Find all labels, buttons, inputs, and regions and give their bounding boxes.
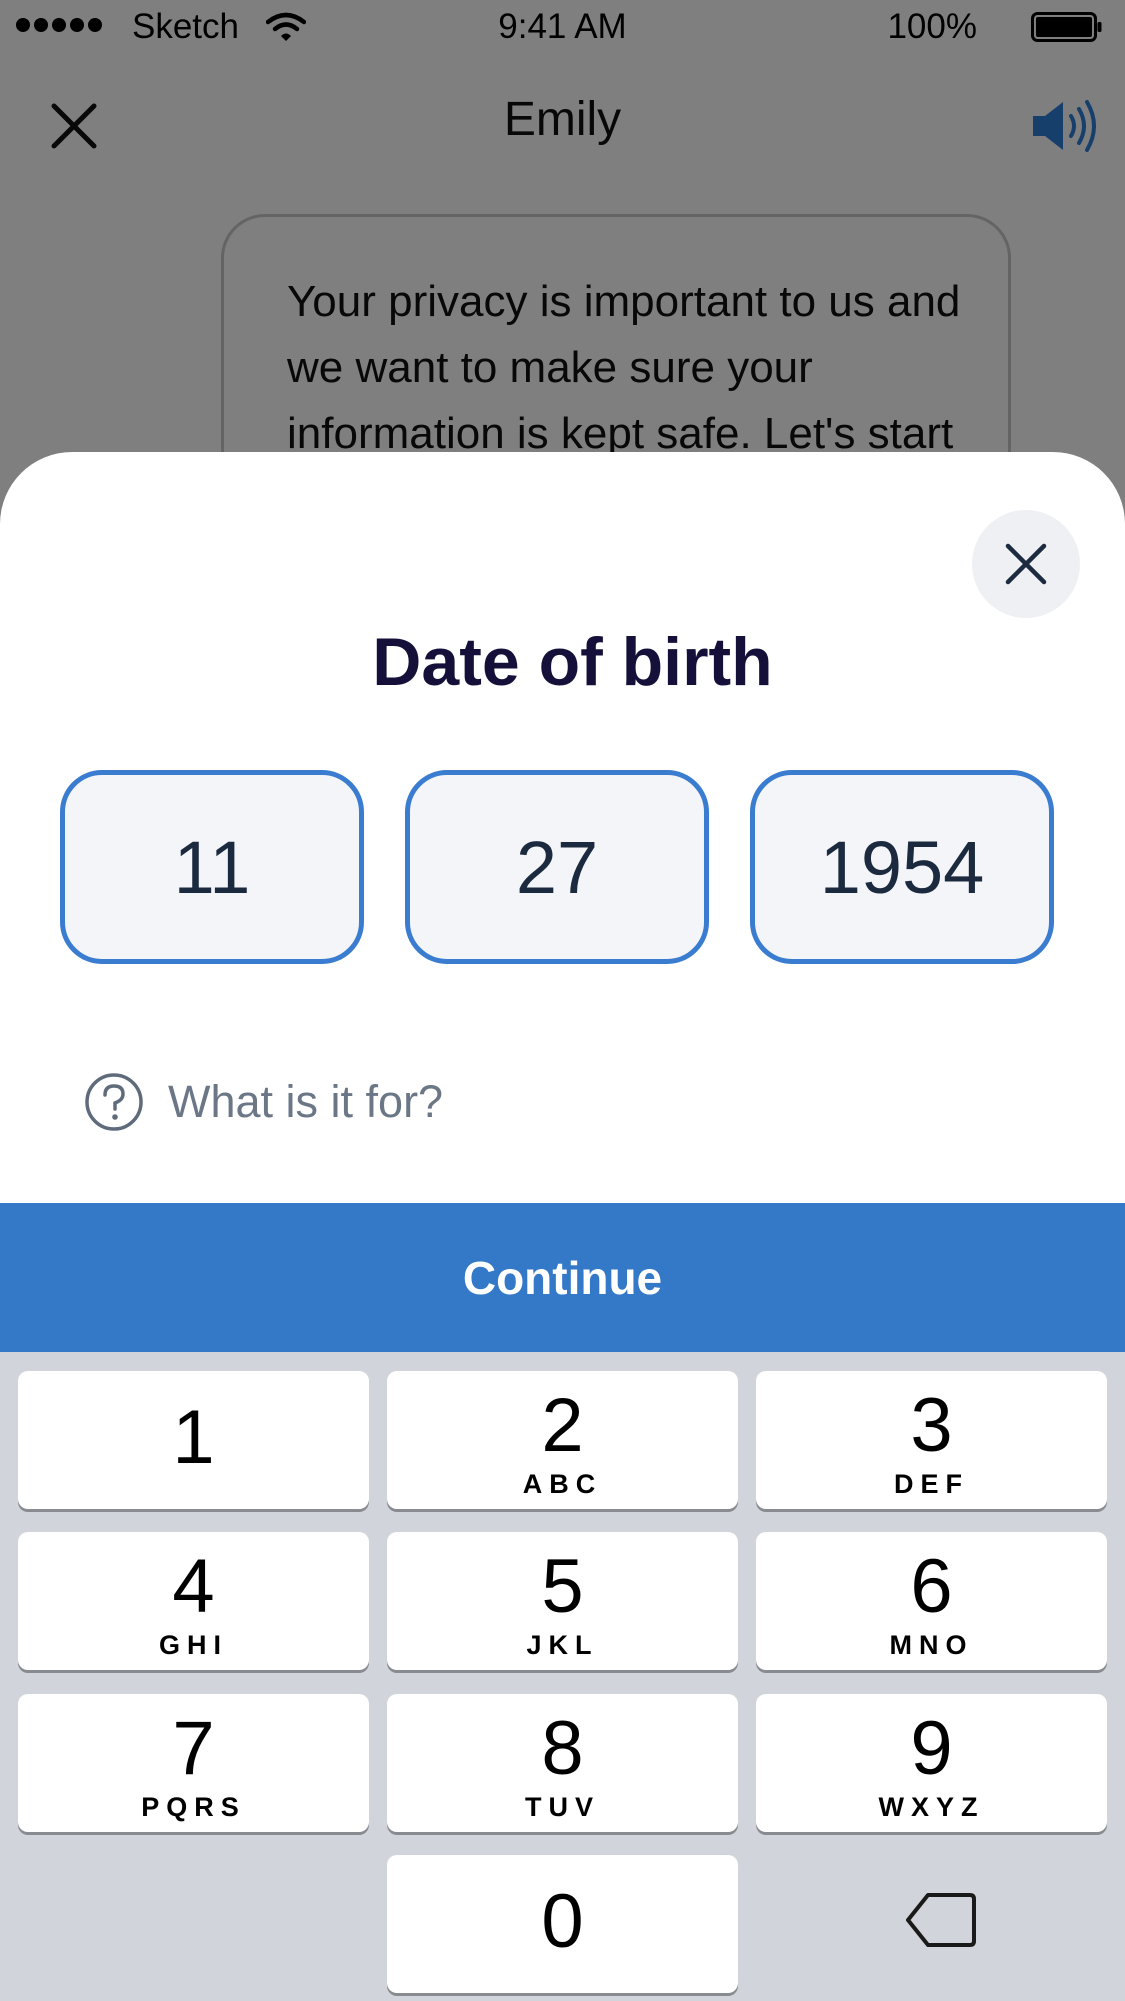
key-digit: 3	[910, 1383, 953, 1468]
key-6[interactable]: 6 MNO	[756, 1532, 1107, 1670]
key-letters: MNO	[889, 1630, 974, 1660]
key-digit: 4	[172, 1544, 215, 1629]
day-field[interactable]: 27	[405, 770, 709, 964]
key-letters: WXYZ	[878, 1792, 985, 1822]
sheet-title: Date of birth	[372, 624, 773, 700]
key-letters: JKL	[526, 1630, 599, 1660]
key-digit: 7	[172, 1706, 215, 1791]
key-letters: TUV	[525, 1792, 600, 1822]
key-letters: ABC	[522, 1469, 603, 1499]
key-7[interactable]: 7 PQRS	[18, 1694, 369, 1832]
key-letters: DEF	[894, 1469, 969, 1499]
key-letters: PQRS	[141, 1792, 246, 1822]
key-digit: 6	[910, 1544, 953, 1629]
help-link-label: What is it for?	[168, 1076, 444, 1127]
key-5[interactable]: 5 JKL	[387, 1532, 738, 1670]
key-3[interactable]: 3 DEF	[756, 1371, 1107, 1509]
key-4[interactable]: 4 GHI	[18, 1532, 369, 1670]
key-digit: 0	[541, 1879, 584, 1964]
close-icon	[1005, 543, 1047, 585]
continue-button[interactable]: Continue	[0, 1203, 1125, 1352]
key-1[interactable]: 1	[18, 1371, 369, 1509]
key-2[interactable]: 2 ABC	[387, 1371, 738, 1509]
key-digit: 2	[541, 1383, 584, 1468]
key-digit: 5	[541, 1544, 584, 1629]
key-digit: 8	[541, 1706, 584, 1791]
key-9[interactable]: 9 WXYZ	[756, 1694, 1107, 1832]
key-0[interactable]: 0	[387, 1855, 738, 1993]
month-field[interactable]: 11	[60, 770, 364, 964]
question-circle-icon	[85, 1073, 143, 1131]
key-letters: GHI	[158, 1630, 228, 1660]
key-digit: 1	[172, 1395, 215, 1480]
sheet-close-button[interactable]	[972, 510, 1080, 618]
help-link[interactable]: What is it for?	[84, 1070, 443, 1134]
key-digit: 9	[910, 1706, 953, 1791]
year-field[interactable]: 1954	[750, 770, 1054, 964]
key-8[interactable]: 8 TUV	[387, 1694, 738, 1832]
date-of-birth-sheet: Date of birth 11 27 1954 What is it for?…	[0, 452, 1125, 2001]
backspace-icon[interactable]	[904, 1891, 978, 1949]
